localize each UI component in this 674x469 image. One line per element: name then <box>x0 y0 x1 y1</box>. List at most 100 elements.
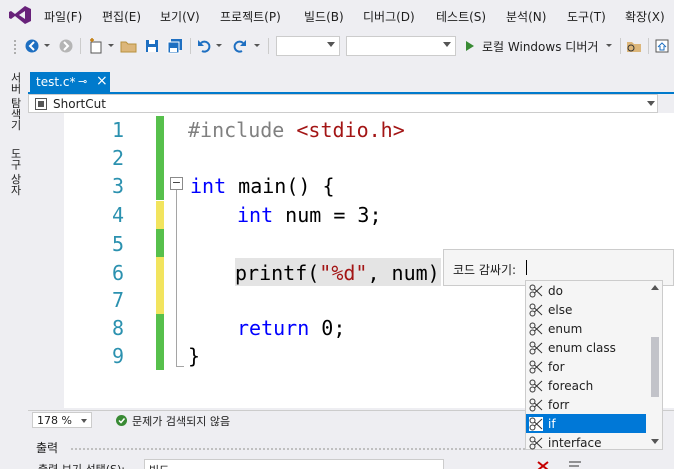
change-marker-saved <box>156 342 164 370</box>
redo-dropdown-icon[interactable] <box>252 38 262 54</box>
tab-title: test.c* <box>36 75 76 89</box>
chevron-down-icon <box>81 419 87 423</box>
forward-icon[interactable] <box>58 38 74 54</box>
change-marker-saved <box>156 229 164 257</box>
snippet-icon <box>529 341 543 354</box>
word-wrap-icon[interactable] <box>568 460 582 469</box>
tab-test-c[interactable]: test.c* ⊸ × <box>30 72 110 92</box>
output-source-combo[interactable]: 빌드 <box>144 459 444 469</box>
function-token: printf( <box>235 261 320 285</box>
snippet-item-else[interactable]: else <box>526 300 646 319</box>
menu-analyze[interactable]: 분석(N) <box>506 8 546 25</box>
line-number: 7 <box>111 288 124 312</box>
back-dropdown-icon[interactable] <box>42 38 52 54</box>
snippet-label: enum class <box>548 340 616 355</box>
scroll-up-icon[interactable] <box>651 285 659 290</box>
open-folder-icon[interactable] <box>120 38 138 54</box>
menu-extensions[interactable]: 확장(X) <box>625 8 665 25</box>
toolbar-separator <box>80 38 81 54</box>
menu-debug[interactable]: 디버그(D) <box>363 8 415 25</box>
chevron-down-icon <box>327 42 335 47</box>
menu-view[interactable]: 보기(V) <box>160 8 200 25</box>
navigation-bar[interactable]: ShortCut <box>28 94 658 113</box>
menu-build[interactable]: 빌드(B) <box>304 8 344 25</box>
code-line-6: printf("%d", num); <box>235 261 452 285</box>
toolbar-separator <box>648 38 649 54</box>
output-source-value: 빌드 <box>149 462 169 469</box>
editor-margin <box>28 113 64 408</box>
issues-status[interactable]: 문제가 검색되지 않음 <box>132 413 230 429</box>
snippet-scrollbar[interactable] <box>648 281 662 449</box>
snippet-icon <box>529 416 543 431</box>
snippet-item-foreach[interactable]: foreach <box>526 376 646 395</box>
line-number: 3 <box>111 174 124 198</box>
document-tab-strip <box>28 72 674 94</box>
code-line-1: #include <stdio.h> <box>188 118 405 142</box>
redo-icon[interactable] <box>230 38 248 54</box>
zoom-combo[interactable]: 178 % <box>32 412 92 428</box>
back-icon[interactable] <box>24 38 40 54</box>
clear-all-icon[interactable] <box>536 460 550 469</box>
snippet-list[interactable]: do else enum enum class for foreach forr… <box>525 280 663 450</box>
home-window-icon[interactable] <box>654 38 670 54</box>
header-token: <stdio.h> <box>296 118 405 142</box>
menu-edit[interactable]: 편집(E) <box>102 8 141 25</box>
snippet-icon <box>529 303 543 316</box>
solution-platform-combo[interactable] <box>346 36 456 56</box>
local-windows-debugger-button[interactable]: 로컬 Windows 디버거 <box>482 38 598 55</box>
line-number: 6 <box>111 261 124 285</box>
close-tab-icon[interactable]: × <box>96 73 108 89</box>
snippet-label: enum <box>548 321 583 336</box>
snippet-item-for[interactable]: for <box>526 357 646 376</box>
menu-project[interactable]: 프로젝트(P) <box>220 8 281 25</box>
code-line-8: return 0; <box>237 316 345 340</box>
save-all-icon[interactable] <box>166 38 184 54</box>
snippet-item-enum-class[interactable]: enum class <box>526 338 646 357</box>
outline-guide-end <box>176 366 184 367</box>
scroll-thumb[interactable] <box>651 337 659 397</box>
server-explorer-tab[interactable]: 서버 탐색기 <box>7 72 23 131</box>
snippet-icon <box>529 322 543 335</box>
change-marker-saved <box>156 144 164 172</box>
change-marker-saved <box>156 172 164 200</box>
undo-dropdown-icon[interactable] <box>214 38 224 54</box>
snippet-icon <box>529 379 543 392</box>
surround-with-label: 코드 감싸기: <box>453 263 517 277</box>
keyword-token: int <box>190 174 227 198</box>
snippet-item-forr[interactable]: forr <box>526 395 646 414</box>
preprocessor-token: #include <box>188 118 297 142</box>
toolbox-tab[interactable]: 도구 상자 <box>7 148 23 196</box>
visual-studio-logo-icon[interactable] <box>8 5 32 25</box>
snippet-item-do[interactable]: do <box>526 281 646 300</box>
snippet-icon <box>529 398 543 411</box>
snippet-item-if[interactable]: if <box>526 414 646 433</box>
pin-tab-icon[interactable]: ⊸ <box>78 75 87 88</box>
snippet-label: forr <box>548 397 570 412</box>
menu-file[interactable]: 파일(F) <box>44 8 82 25</box>
outline-guide <box>176 190 177 366</box>
new-project-icon[interactable] <box>88 38 104 54</box>
menu-test[interactable]: 테스트(S) <box>436 8 486 25</box>
find-in-files-icon[interactable] <box>626 38 642 54</box>
toolbar-grip-icon[interactable] <box>10 38 20 54</box>
collapse-outline-icon[interactable]: − <box>170 177 183 190</box>
solution-configuration-combo[interactable] <box>276 36 340 56</box>
snippet-label: do <box>548 283 563 298</box>
new-project-dropdown-icon[interactable] <box>106 38 116 54</box>
file-scope-icon <box>35 98 47 110</box>
snippet-icon <box>529 436 543 449</box>
start-debug-icon[interactable] <box>464 38 476 54</box>
snippet-item-interface[interactable]: interface <box>526 433 646 452</box>
chevron-down-icon <box>443 42 451 47</box>
undo-icon[interactable] <box>196 38 214 54</box>
snippet-item-enum[interactable]: enum <box>526 319 646 338</box>
code-token: } <box>188 344 201 368</box>
chevron-down-icon[interactable] <box>647 101 655 106</box>
code-line-4: int num = 3; <box>237 203 382 227</box>
menu-tools[interactable]: 도구(T) <box>567 8 606 25</box>
save-icon[interactable] <box>144 38 160 54</box>
change-marker-saved <box>156 314 164 342</box>
snippet-icon <box>529 360 543 373</box>
scroll-down-icon[interactable] <box>651 439 659 444</box>
debugger-dropdown-icon[interactable] <box>604 38 614 54</box>
